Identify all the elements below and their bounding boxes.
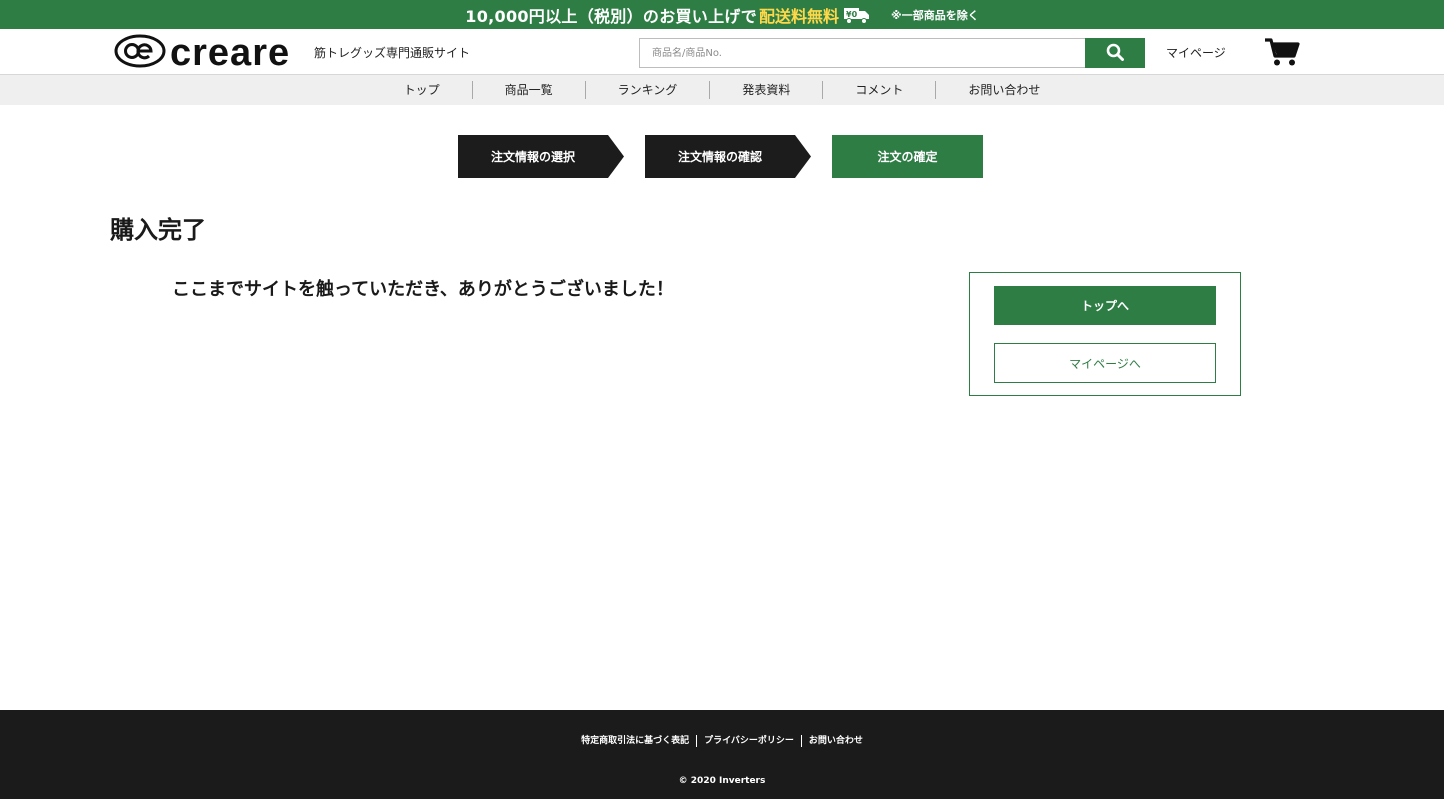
footer-links: 特定商取引法に基づく表記 プライバシーポリシー お問い合わせ bbox=[0, 735, 1444, 747]
go-top-button[interactable]: トップへ bbox=[994, 286, 1216, 325]
nav-item-products[interactable]: 商品一覧 bbox=[471, 81, 585, 99]
promo-free-shipping: 配送料無料 bbox=[759, 6, 840, 26]
footer-link-commerce-law[interactable]: 特定商取引法に基づく表記 bbox=[574, 735, 696, 747]
action-panel: トップへ マイページへ bbox=[969, 272, 1241, 396]
nav-item-top[interactable]: トップ bbox=[372, 81, 472, 99]
search-input[interactable] bbox=[639, 38, 1085, 68]
delivery-truck-icon: ¥0 bbox=[843, 5, 871, 25]
cart-icon[interactable] bbox=[1264, 37, 1300, 71]
search-bar bbox=[639, 38, 1145, 68]
promo-lead-text: 10,000円以上（税別）のお買い上げで bbox=[465, 6, 758, 26]
search-button[interactable] bbox=[1085, 38, 1145, 68]
site-tagline: 筋トレグッズ専門通販サイト bbox=[314, 46, 471, 60]
nav-item-comments[interactable]: コメント bbox=[822, 81, 935, 99]
footer-link-privacy[interactable]: プライバシーポリシー bbox=[696, 735, 801, 747]
footer-link-contact[interactable]: お問い合わせ bbox=[800, 735, 870, 747]
site-header: creare 筋トレグッズ専門通販サイト マイページ bbox=[0, 29, 1444, 75]
nav-item-contact[interactable]: お問い合わせ bbox=[935, 81, 1072, 99]
mypage-link[interactable]: マイページ bbox=[1166, 44, 1226, 61]
step-order-complete: 注文の確定 bbox=[832, 135, 983, 178]
thank-you-message: ここまでサイトを触っていただき、ありがとうございました！ bbox=[172, 279, 674, 300]
search-icon bbox=[1106, 43, 1124, 64]
site-footer: 特定商取引法に基づく表記 プライバシーポリシー お問い合わせ © 2020 In… bbox=[0, 710, 1444, 799]
site-logo[interactable]: creare bbox=[114, 34, 290, 72]
nav-item-ranking[interactable]: ランキング bbox=[584, 81, 710, 99]
promo-note: ※一部商品を除く bbox=[891, 8, 979, 22]
step-select-order-info: 注文情報の選択 bbox=[458, 135, 624, 178]
page-title: 購入完了 bbox=[110, 216, 206, 244]
order-steps: 注文情報の選択 注文情報の確認 注文の確定 bbox=[458, 135, 988, 178]
go-mypage-button[interactable]: マイページへ bbox=[994, 343, 1216, 383]
copyright: © 2020 Inverters bbox=[678, 776, 766, 786]
promo-banner: 10,000円以上（税別）のお買い上げで 配送料無料 ¥0 ※一部商品を除く bbox=[0, 0, 1444, 29]
global-nav: トップ 商品一覧 ランキング 発表資料 コメント お問い合わせ bbox=[0, 75, 1444, 105]
logo-mark-icon bbox=[114, 34, 166, 72]
logo-text: creare bbox=[170, 32, 291, 74]
nav-item-materials[interactable]: 発表資料 bbox=[709, 81, 822, 99]
step-confirm-order-info: 注文情報の確認 bbox=[645, 135, 811, 178]
truck-badge-text: ¥0 bbox=[846, 10, 858, 19]
